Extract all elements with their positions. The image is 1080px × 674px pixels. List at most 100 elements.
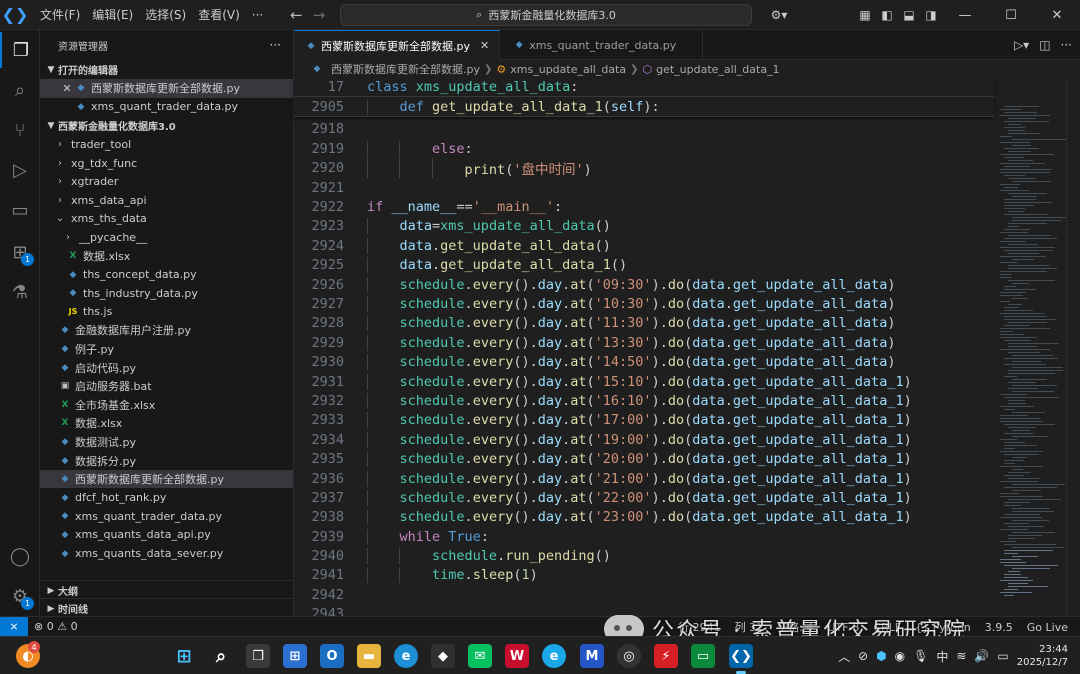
edge-browser-icon[interactable]: e — [394, 644, 418, 668]
clock[interactable]: 23:44 2025/12/7 — [1017, 643, 1068, 669]
menu-more[interactable]: ··· — [246, 0, 269, 30]
source-control-icon[interactable]: ⑂ — [0, 112, 40, 148]
minimize-button[interactable]: — — [942, 0, 988, 30]
code-line[interactable]: 2933 schedule.every().day.at('17:00').do… — [294, 411, 994, 430]
problems-indicator[interactable]: ⊗ 0 ⚠ 0 — [28, 620, 84, 633]
close-icon[interactable]: ✕ — [60, 82, 74, 95]
code-line[interactable]: 2931 schedule.every().day.at('15:10').do… — [294, 372, 994, 391]
tree-file[interactable]: ◆ ths_industry_data.py — [40, 284, 293, 303]
forward-arrow-icon[interactable]: → — [313, 6, 326, 24]
volume-icon[interactable]: 🔊 — [974, 649, 989, 663]
tab-active-file[interactable]: ◆ 西蒙斯数据库更新全部数据.py ✕ — [294, 30, 501, 60]
breadcrumb-class[interactable]: xms_update_all_data — [510, 63, 626, 76]
tree-file[interactable]: ◆ xms_quants_data_sever.py — [40, 544, 293, 563]
tree-file[interactable]: ▣ 启动服务器.bat — [40, 377, 293, 396]
sticky-scroll-line[interactable]: 2905 def get_update_all_data_1(self): — [294, 97, 994, 117]
outlook-icon[interactable]: O — [320, 644, 344, 668]
maximize-button[interactable]: ☐ — [988, 0, 1034, 30]
menu-selection[interactable]: 选择(S) — [139, 0, 192, 30]
wps-office-icon[interactable]: W — [505, 644, 529, 668]
tree-folder[interactable]: › trader_tool — [40, 135, 293, 154]
explorer-icon[interactable]: ❐ — [0, 32, 40, 68]
open-editor-item[interactable]: ◆ xms_quant_trader_data.py — [40, 98, 293, 117]
tree-file[interactable]: X 全市场基金.xlsx — [40, 396, 293, 415]
command-center[interactable]: ⌕ 西蒙斯金融量化数据库3.0 — [340, 4, 752, 26]
toggle-sidebar-icon[interactable]: ◧ — [876, 8, 898, 22]
toggle-panel-icon[interactable]: ⬓ — [898, 8, 920, 22]
more-actions-icon[interactable]: ··· — [1061, 38, 1072, 52]
code-line[interactable]: 2941 time.sleep(1) — [294, 566, 994, 585]
account-icon[interactable]: ◯ — [0, 538, 40, 574]
code-editor[interactable]: 17 class xms_update_all_data: 2905 def get… — [294, 78, 994, 622]
code-line[interactable]: 2937 schedule.every().day.at('22:00').do… — [294, 488, 994, 507]
code-line[interactable]: 2927 schedule.every().day.at('10:30').do… — [294, 294, 994, 313]
code-line[interactable]: 2940 schedule.run_pending() — [294, 546, 994, 565]
tree-file[interactable]: ◆ xms_quants_data_api.py — [40, 526, 293, 545]
open-editor-item[interactable]: ✕ ◆ 西蒙斯数据库更新全部数据.py — [40, 79, 293, 98]
vpn-icon[interactable]: ◉ — [895, 649, 905, 663]
code-line[interactable]: 2935 schedule.every().day.at('20:00').do… — [294, 449, 994, 468]
code-line[interactable]: 2918 — [294, 120, 994, 139]
code-line[interactable]: 2932 schedule.every().day.at('16:10').do… — [294, 391, 994, 410]
run-icon[interactable]: ▷▾ — [1014, 38, 1029, 52]
code-line[interactable]: 2929 schedule.every().day.at('13:30').do… — [294, 333, 994, 352]
more-actions-icon[interactable]: ··· — [270, 38, 281, 52]
code-line[interactable]: 2938 schedule.every().day.at('23:00').do… — [294, 508, 994, 527]
battery-icon[interactable]: ▭ — [997, 649, 1008, 663]
extensions-icon[interactable]: ⊞ 1 — [0, 234, 40, 270]
file-explorer-icon[interactable]: ▬ — [357, 644, 381, 668]
obs-app-icon[interactable]: ◎ — [617, 644, 641, 668]
code-line[interactable]: 2942 — [294, 585, 994, 604]
tree-file[interactable]: ◆ xms_quant_trader_data.py — [40, 507, 293, 526]
tree-file[interactable]: X 数据.xlsx — [40, 247, 293, 266]
vertical-scrollbar[interactable] — [1066, 78, 1080, 654]
tree-folder[interactable]: › xgtrader — [40, 172, 293, 191]
tree-file[interactable]: X 数据.xlsx — [40, 414, 293, 433]
status-item[interactable]: Go Live — [1021, 621, 1074, 634]
ime-indicator[interactable]: 中 — [936, 648, 948, 665]
minimap[interactable] — [994, 78, 1066, 616]
tree-folder[interactable]: › xg_tdx_func — [40, 154, 293, 173]
menu-edit[interactable]: 编辑(E) — [86, 0, 139, 30]
microphone-icon[interactable]: 🎙 — [913, 649, 928, 663]
menu-file[interactable]: 文件(F) — [34, 0, 86, 30]
trading-app-icon[interactable]: ⚡ — [654, 644, 678, 668]
tree-folder[interactable]: › __pycache__ — [40, 228, 293, 247]
tree-file[interactable]: ◆ 例子.py — [40, 340, 293, 359]
tree-file[interactable]: ◆ dfcf_hot_rank.py — [40, 488, 293, 507]
remote-indicator[interactable]: ⨯ — [0, 616, 28, 637]
task-view-icon[interactable]: ❐ — [246, 644, 270, 668]
settings-gear-icon[interactable]: ⚙ 1 — [0, 578, 40, 614]
layout-icon[interactable]: ▦ — [854, 8, 876, 22]
browser-app-icon[interactable]: e — [542, 644, 566, 668]
tab-xms-quant-trader[interactable]: ◆ xms_quant_trader_data.py — [500, 30, 704, 60]
wifi-off-icon[interactable]: ⊘ — [858, 649, 868, 663]
remote-explorer-icon[interactable]: ▭ — [0, 192, 40, 228]
windows-start-icon[interactable]: ⊞ — [172, 644, 196, 668]
tree-file[interactable]: ◆ 金融数据库用户注册.py — [40, 321, 293, 340]
code-line[interactable]: 2934 schedule.every().day.at('19:00').do… — [294, 430, 994, 449]
run-debug-icon[interactable]: ▷ — [0, 152, 40, 188]
code-line[interactable]: 2922 if __name__=='__main__': — [294, 197, 994, 216]
remote-desktop-icon[interactable]: ▭ — [691, 644, 715, 668]
breadcrumb-file[interactable]: 西蒙斯数据库更新全部数据.py — [331, 61, 480, 77]
tree-file[interactable]: ◆ ths_concept_data.py — [40, 265, 293, 284]
menu-view[interactable]: 查看(V) — [192, 0, 246, 30]
code-line[interactable]: 2925 data.get_update_all_data_1() — [294, 256, 994, 275]
store-icon[interactable]: ⊞ — [283, 644, 307, 668]
testing-icon[interactable]: ⚗ — [0, 274, 40, 310]
split-editor-icon[interactable]: ◫ — [1039, 38, 1050, 52]
sticky-scroll-line[interactable]: 17 class xms_update_all_data: — [294, 78, 994, 98]
close-tab-icon[interactable]: ✕ — [480, 39, 489, 52]
workspace-header[interactable]: ▼ 西蒙斯金融量化数据库3.0 — [40, 116, 293, 135]
code-line[interactable]: 2936 schedule.every().day.at('21:00').do… — [294, 469, 994, 488]
status-item[interactable]: 3.9.5 — [979, 621, 1019, 634]
tree-file[interactable]: ◆ 启动代码.py — [40, 358, 293, 377]
back-arrow-icon[interactable]: ← — [290, 6, 303, 24]
vscode-taskbar-icon[interactable]: ❮❯ — [729, 644, 753, 674]
tree-folder[interactable]: ⌄ xms_ths_data — [40, 210, 293, 229]
code-line[interactable]: 2921 — [294, 178, 994, 197]
code-line[interactable]: 2928 schedule.every().day.at('11:30').do… — [294, 314, 994, 333]
terminal-app-icon[interactable]: ◆ — [431, 644, 455, 668]
chevron-up-icon[interactable]: ︿ — [838, 648, 850, 665]
